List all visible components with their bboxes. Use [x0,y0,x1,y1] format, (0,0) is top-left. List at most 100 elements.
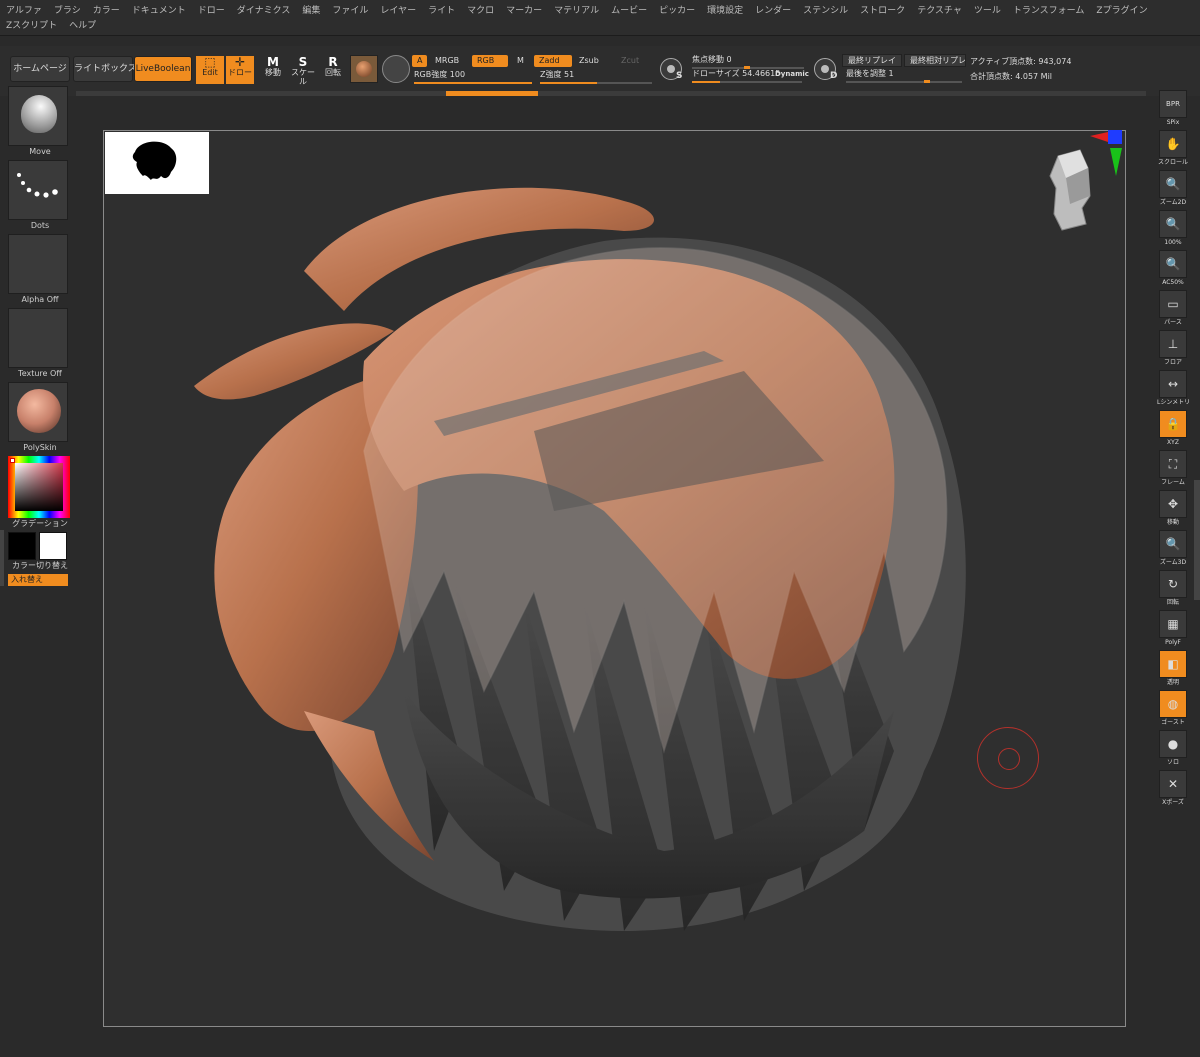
head-orientation-icon[interactable] [1046,148,1096,234]
view-button[interactable]: 🔒 [1159,410,1187,438]
menu-item[interactable]: テクスチャ [917,4,962,19]
adjust-last-slider[interactable]: 最後を調整 1 [846,68,962,83]
view-button-icon: 🔍 [1165,537,1181,551]
liveboolean-button[interactable]: LiveBoolean [134,56,192,82]
menu-item[interactable]: ツール [974,4,1001,19]
swap-colors-button[interactable]: 入れ替え [8,574,68,586]
edit-button[interactable]: ⬚ Edit [196,55,224,84]
right-tray-handle[interactable] [1194,480,1200,600]
adjust-last-knob [924,80,930,83]
zadd-toggle[interactable]: Zadd [534,55,572,67]
menu-item[interactable]: ステンシル [803,4,848,19]
color-picker-marker[interactable] [10,458,15,463]
menu-item[interactable]: レンダー [755,4,791,19]
view-button[interactable]: ◍ [1159,690,1187,718]
material-tile[interactable] [8,382,68,442]
stroke-dots-tile[interactable] [8,160,68,220]
menu-item[interactable]: ムービー [611,4,647,19]
main-color-swatch[interactable] [8,532,36,560]
menu-item[interactable]: ヘルプ [69,19,96,34]
rgb-toggle[interactable]: RGB [472,55,508,67]
texture-tile[interactable] [8,308,68,368]
stroke-icon[interactable] [382,55,410,83]
dynamic-toggle[interactable]: Dynamic [775,70,809,78]
view-button-icon: ▭ [1167,297,1179,311]
view-button-icon: 🔍 [1165,217,1181,231]
menu-item[interactable]: マーカー [506,4,542,19]
view-button[interactable]: 🔍 [1159,530,1187,558]
menu-item[interactable]: ファイル [332,4,368,19]
draw-button[interactable]: ✛ ドロー [226,55,254,84]
view-button[interactable]: 🔍 [1159,170,1187,198]
menu-item[interactable]: カラー [93,4,120,19]
view-button-icon: ◧ [1167,657,1179,671]
home-button[interactable]: ホームページ [10,56,70,82]
z-intensity-slider[interactable]: Z強度 51 [540,69,652,84]
menu-item[interactable]: 環境設定 [707,4,743,19]
view-button[interactable]: BPR [1159,90,1187,118]
menu-item[interactable]: Zプラグイン [1096,4,1147,19]
left-tray-handle[interactable] [0,530,4,586]
material-swatch-button[interactable] [350,55,378,83]
view-button-label: XYZ [1167,439,1179,446]
view-button-label: SPix [1166,119,1180,126]
color-picker-square[interactable] [15,463,63,511]
menu-item[interactable]: アルファ [6,4,42,19]
last-replay-button[interactable]: 最終リプレイ [842,54,902,67]
view-button-icon: ◍ [1167,697,1179,711]
menu-item[interactable]: 編集 [302,4,320,19]
view-button[interactable]: ✋ [1159,130,1187,158]
rgb-intensity-slider[interactable]: RGB強度 100 [414,69,532,84]
view-button[interactable]: ◧ [1159,650,1187,678]
menu-item[interactable]: ドキュメント [132,4,186,19]
color-picker[interactable] [8,456,70,518]
menu-item[interactable]: ストローク [860,4,905,19]
view-button[interactable]: ● [1159,730,1187,758]
view-button[interactable]: ↻ [1159,570,1187,598]
menu-item[interactable]: ダイナミクス [237,4,291,19]
view-button[interactable]: ⊥ [1159,330,1187,358]
menu-item[interactable]: ブラシ [54,4,81,19]
secondary-color-swatch[interactable] [39,532,67,560]
move-button[interactable]: M 移動 [259,55,287,84]
mrgb-toggle[interactable]: MRGB [430,55,464,67]
view-button[interactable]: ✥ [1159,490,1187,518]
view-button[interactable]: ↔ [1159,370,1187,398]
view-button-label: 100% [1164,239,1182,246]
focal-shift-slider[interactable]: 焦点移動 0 [692,54,804,69]
view-button[interactable]: 🔍 [1159,250,1187,278]
view-button-icon: ✥ [1167,497,1179,511]
zsub-toggle[interactable]: Zsub [574,55,604,67]
last-relative-replay-button[interactable]: 最終相対リプレ [904,54,966,67]
a-toggle[interactable]: A [412,55,428,67]
menu-item[interactable]: トランスフォーム [1013,4,1085,19]
menu-item[interactable]: マクロ [467,4,494,19]
lightbox-button[interactable]: ライトボックス [73,56,137,82]
hair-model[interactable] [104,131,1125,1026]
s-dial-label: S [676,71,683,81]
zcut-toggle[interactable]: Zcut [616,55,644,67]
menu-item[interactable]: マテリアル [554,4,599,19]
view-button[interactable]: ▭ [1159,290,1187,318]
view-button-icon: 🔍 [1165,177,1181,191]
menu-item[interactable]: レイヤー [380,4,416,19]
switch-color-label[interactable]: カラー切り替え [8,560,72,572]
menu-item[interactable]: Zスクリプト [6,19,57,34]
rgb-intensity-fill [414,82,532,84]
view-button[interactable]: ✕ [1159,770,1187,798]
view-button-icon: ✕ [1167,777,1179,791]
view-button[interactable]: ⛶ [1159,450,1187,478]
material-label: PolySkin [23,443,57,452]
menu-item[interactable]: ピッカー [659,4,695,19]
view-button-label: AC50% [1162,279,1184,286]
view-button[interactable]: ▦ [1159,610,1187,638]
m-toggle[interactable]: M [512,55,529,67]
alpha-tile[interactable] [8,234,68,294]
view-button-icon: 🔍 [1165,257,1181,271]
rotate-button[interactable]: R 回転 [319,55,347,84]
menu-item[interactable]: ドロー [198,4,225,19]
menu-item[interactable]: ライト [428,4,455,19]
view-button[interactable]: 🔍 [1159,210,1187,238]
scale-button[interactable]: S スケール [289,55,317,86]
brush-move-tile[interactable] [8,86,68,146]
